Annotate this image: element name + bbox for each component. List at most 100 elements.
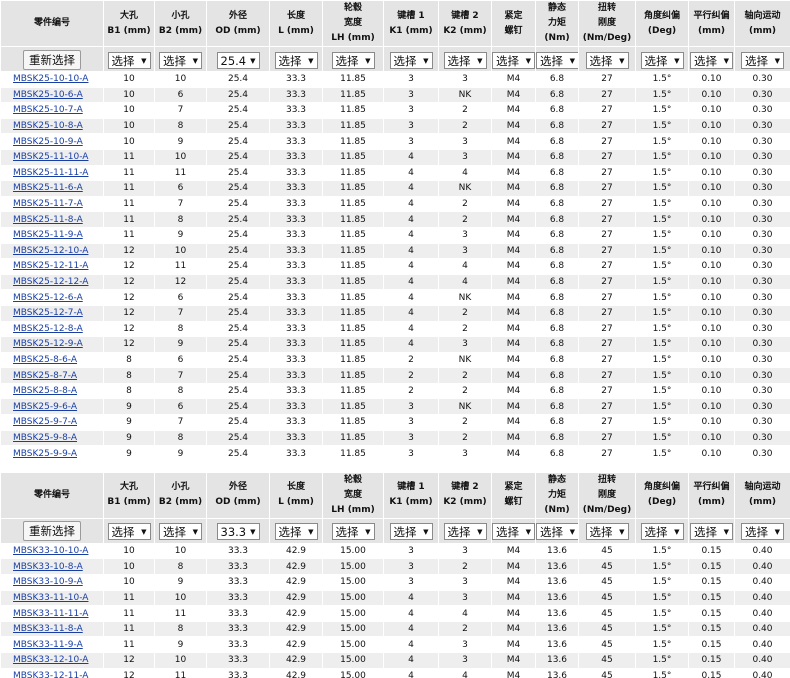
cell-parallel-misalignment: 0.10 xyxy=(688,148,735,166)
cell-keyway-2: 4 xyxy=(438,273,492,291)
part-number-link[interactable]: MBSK25-10-6-A xyxy=(13,90,83,100)
header-row: 零件编号 大孔 B1 (mm) 小孔 B2 (mm) 外径 OD (mm) 长度 L (mm) 轮… xyxy=(0,0,790,47)
table-row: MBSK25-9-9-A 9 9 25.4 33.3 11.85 3 3 M4 6.8 27 1.5°… xyxy=(0,445,790,462)
filter-select-keyway-1[interactable]: 选择 ▼ xyxy=(389,523,433,541)
filter-select-value: 选择 xyxy=(163,53,186,68)
cell-set-screw: M4 xyxy=(491,605,536,622)
part-number-link[interactable]: MBSK25-10-9-A xyxy=(13,137,83,147)
filter-select-keyway-1[interactable]: 选择 ▼ xyxy=(389,51,433,69)
spec-table-mbsk33: 零件编号 大孔 B1 (mm) 小孔 B2 (mm) 外径 OD (mm) 长度 L (mm) 轮… xyxy=(0,471,790,678)
cell-length: 33.3 xyxy=(269,226,323,244)
cell-small-bore: 9 xyxy=(154,445,207,462)
filter-select-length[interactable]: 选择 ▼ xyxy=(274,51,318,69)
filter-select-big-bore[interactable]: 选择 ▼ xyxy=(107,523,151,541)
cell-parallel-misalignment: 0.10 xyxy=(688,133,735,150)
filter-select-length[interactable]: 选择 ▼ xyxy=(274,523,318,541)
part-number-link[interactable]: MBSK25-9-9-A xyxy=(13,449,77,459)
filter-select-value: 选择 xyxy=(540,525,563,540)
cell-length: 42.9 xyxy=(269,542,323,560)
part-number-link[interactable]: MBSK25-11-11-A xyxy=(13,168,88,178)
part-number-link[interactable]: MBSK25-9-7-A xyxy=(13,417,77,427)
filter-select-angular-misalignment[interactable]: 选择 ▼ xyxy=(640,523,684,541)
part-number-link[interactable]: MBSK33-11-9-A xyxy=(13,640,83,650)
filter-select-static-torque[interactable]: 选择 ▼ xyxy=(536,51,578,69)
cell-keyway-2: 3 xyxy=(438,574,492,591)
filter-select-value: 33.3 xyxy=(220,525,247,540)
filter-select-hub-width[interactable]: 选择 ▼ xyxy=(331,51,375,69)
part-number-link[interactable]: MBSK33-11-11-A xyxy=(13,609,88,619)
filter-select-small-bore[interactable]: 选择 ▼ xyxy=(159,523,202,541)
filter-select-big-bore[interactable]: 选择 ▼ xyxy=(107,51,151,69)
header-label: 键槽 1 xyxy=(397,482,425,493)
part-number-link[interactable]: MBSK25-12-6-A xyxy=(13,293,83,303)
cell-hub-width: 11.85 xyxy=(322,273,384,291)
filter-select-outer-diameter[interactable]: 25.4 ▼ xyxy=(216,51,260,69)
cell-torsional-stiffness: 27 xyxy=(578,71,636,88)
cell-outer-diameter: 25.4 xyxy=(206,445,270,462)
filter-select-torsional-stiffness[interactable]: 选择 ▼ xyxy=(585,51,629,69)
part-number-link[interactable]: MBSK25-12-9-A xyxy=(13,339,83,349)
part-number-link[interactable]: MBSK33-12-11-A xyxy=(13,671,88,678)
filter-select-outer-diameter[interactable]: 33.3 ▼ xyxy=(216,523,260,541)
part-number-link[interactable]: MBSK25-9-6-A xyxy=(13,402,77,412)
filter-select-torsional-stiffness[interactable]: 选择 ▼ xyxy=(585,523,629,541)
header-axial-motion: 轴向运动 (mm) xyxy=(734,471,790,519)
cell-outer-diameter: 25.4 xyxy=(206,273,270,291)
cell-parallel-misalignment: 0.10 xyxy=(688,226,735,244)
part-number-link[interactable]: MBSK33-12-10-A xyxy=(13,655,88,665)
cell-parallel-misalignment: 0.10 xyxy=(688,180,735,197)
part-number-link[interactable]: MBSK25-11-6-A xyxy=(13,183,83,193)
filter-select-hub-width[interactable]: 选择 ▼ xyxy=(331,523,375,541)
cell-torsional-stiffness: 27 xyxy=(578,304,636,322)
filter-select-angular-misalignment[interactable]: 选择 ▼ xyxy=(640,51,684,69)
cell-axial-motion: 0.30 xyxy=(734,211,790,228)
filter-select-axial-motion[interactable]: 选择 ▼ xyxy=(741,523,784,541)
filter-select-parallel-misalignment[interactable]: 选择 ▼ xyxy=(690,523,733,541)
cell-outer-diameter: 25.4 xyxy=(206,148,270,166)
reset-button[interactable]: 重新选择 xyxy=(23,49,81,70)
part-number-link[interactable]: MBSK25-12-12-A xyxy=(13,277,88,287)
part-number-link[interactable]: MBSK33-10-10-A xyxy=(13,546,88,556)
filter-select-keyway-2[interactable]: 选择 ▼ xyxy=(443,51,487,69)
part-number-link[interactable]: MBSK33-10-8-A xyxy=(13,562,83,572)
filter-select-small-bore[interactable]: 选择 ▼ xyxy=(159,51,202,69)
cell-length: 33.3 xyxy=(269,195,323,213)
cell-outer-diameter: 33.3 xyxy=(206,558,270,576)
part-number-link[interactable]: MBSK25-10-8-A xyxy=(13,121,83,131)
filter-select-axial-motion[interactable]: 选择 ▼ xyxy=(741,51,784,69)
filter-select-static-torque[interactable]: 选择 ▼ xyxy=(536,523,578,541)
cell-torsional-stiffness: 45 xyxy=(578,636,636,653)
table-row: MBSK33-11-9-A 11 9 33.3 42.9 15.00 4 3 M4 13.6 45 1… xyxy=(0,636,790,653)
part-number-link[interactable]: MBSK25-12-11-A xyxy=(13,261,88,271)
reset-button[interactable]: 重新选择 xyxy=(23,521,81,542)
cell-torsional-stiffness: 45 xyxy=(578,542,636,560)
part-number-link[interactable]: MBSK25-10-10-A xyxy=(13,74,88,84)
cell-set-screw: M4 xyxy=(491,242,536,260)
filter-select-set-screw[interactable]: 选择 ▼ xyxy=(492,51,535,69)
part-number-link[interactable]: MBSK25-11-7-A xyxy=(13,199,83,209)
cell-big-bore: 11 xyxy=(103,226,155,244)
part-number-link[interactable]: MBSK33-11-8-A xyxy=(13,624,83,634)
header-label: 大孔 xyxy=(119,10,138,21)
part-number-link[interactable]: MBSK25-9-8-A xyxy=(13,433,77,443)
filter-cell-angular-misalignment: 选择 ▼ xyxy=(635,46,689,72)
part-number-link[interactable]: MBSK25-10-7-A xyxy=(13,105,83,115)
filter-select-keyway-2[interactable]: 选择 ▼ xyxy=(443,523,487,541)
cell-torsional-stiffness: 27 xyxy=(578,351,636,369)
part-number-link[interactable]: MBSK25-12-8-A xyxy=(13,324,83,334)
cell-keyway-1: 3 xyxy=(383,133,439,150)
part-number-link[interactable]: MBSK25-12-7-A xyxy=(13,308,83,318)
part-number-link[interactable]: MBSK25-8-8-A xyxy=(13,386,77,396)
filter-select-parallel-misalignment[interactable]: 选择 ▼ xyxy=(690,51,733,69)
part-number-link[interactable]: MBSK25-8-7-A xyxy=(13,371,77,381)
part-number-link[interactable]: MBSK25-8-6-A xyxy=(13,355,77,365)
part-number-link[interactable]: MBSK25-12-10-A xyxy=(13,246,88,256)
filter-select-set-screw[interactable]: 选择 ▼ xyxy=(492,523,535,541)
cell-hub-width: 11.85 xyxy=(322,304,384,322)
part-number-link[interactable]: MBSK25-11-8-A xyxy=(13,215,83,225)
part-number-link[interactable]: MBSK25-11-10-A xyxy=(13,152,88,162)
part-number-link[interactable]: MBSK25-11-9-A xyxy=(13,230,83,240)
part-number-link[interactable]: MBSK33-11-10-A xyxy=(13,593,88,603)
part-number-link[interactable]: MBSK33-10-9-A xyxy=(13,577,83,587)
cell-big-bore: 8 xyxy=(103,367,155,384)
